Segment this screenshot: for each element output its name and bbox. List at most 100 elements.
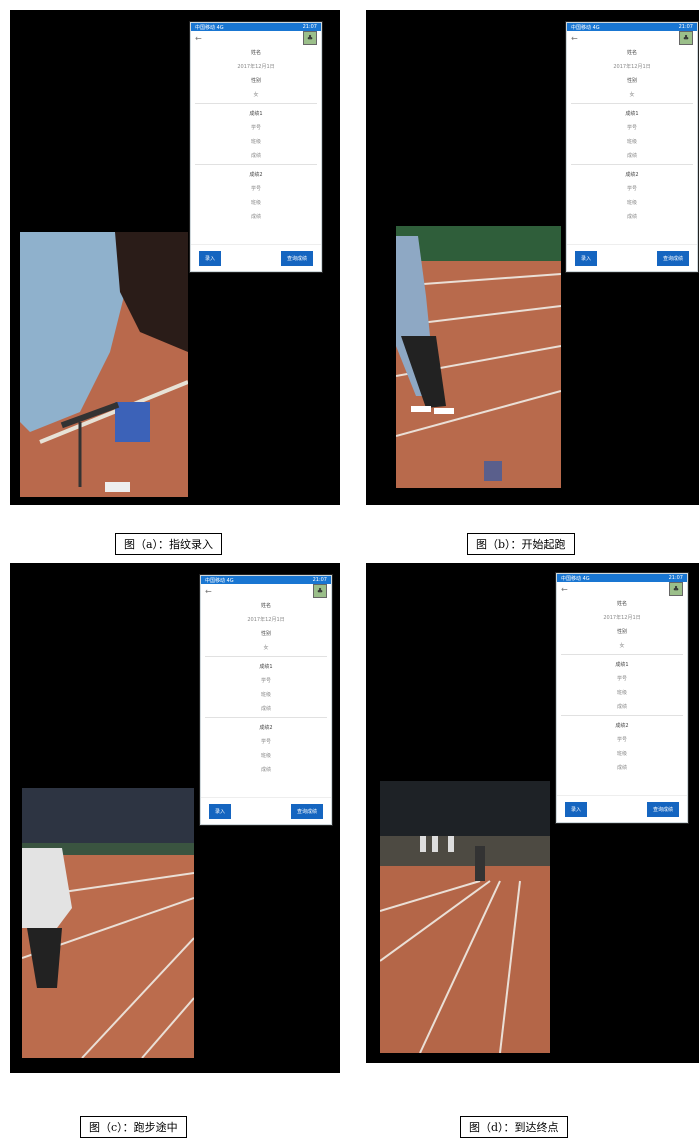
divider: [561, 654, 683, 655]
form-row: 女: [263, 644, 269, 651]
status-bar: 中国移动 4G 21:07: [191, 23, 321, 31]
form-row: 2017年12月1日: [603, 614, 641, 621]
form-row: 学号: [260, 738, 271, 745]
form-row: 班级: [626, 138, 637, 145]
divider: [205, 717, 327, 718]
query-button[interactable]: 查询成绩: [290, 803, 323, 819]
query-button[interactable]: 查询成绩: [656, 250, 689, 266]
form-row: 姓名: [260, 602, 271, 609]
divider: [195, 164, 317, 165]
form-row: 性别: [626, 77, 637, 84]
photo-fingerprint-graphic: [20, 232, 188, 497]
form-row: 成绩: [250, 213, 261, 220]
query-button[interactable]: 查询成绩: [646, 801, 679, 817]
form-row: 2017年12月1日: [237, 63, 275, 70]
form-row: 成绩1: [615, 661, 629, 668]
back-icon[interactable]: ←: [561, 585, 568, 594]
status-carrier: 中国移动 4G: [561, 575, 590, 582]
photo-start-graphic: [396, 226, 561, 488]
status-carrier: 中国移动 4G: [195, 24, 224, 31]
score-form: 姓名 2017年12月1日 性别 女 成绩1 学号 班级 成绩 成绩2 学号 班…: [557, 596, 687, 774]
avatar-icon[interactable]: ♣: [679, 31, 693, 45]
form-row: 2017年12月1日: [247, 616, 285, 623]
enter-button[interactable]: 录入: [209, 803, 232, 819]
form-row: 班级: [616, 689, 627, 696]
status-time: 21:07: [312, 577, 327, 583]
avatar-icon[interactable]: ♣: [669, 582, 683, 596]
divider: [195, 103, 317, 104]
panel-d: 中国移动 4G 21:07 ← ♣ 姓名 2017年12月1日 性别 女 成绩1…: [366, 563, 699, 1063]
score-form: 姓名 2017年12月1日 性别 女 成绩1 学号 班级 成绩 成绩2 学号 班…: [201, 598, 331, 776]
form-row: 班级: [250, 138, 261, 145]
form-row: 学号: [616, 736, 627, 743]
action-bar: 录入 查询成绩: [567, 244, 697, 271]
form-row: 成绩1: [249, 110, 263, 117]
status-bar: 中国移动 4G 21:07: [557, 574, 687, 582]
form-row: 成绩1: [625, 110, 639, 117]
divider: [571, 103, 693, 104]
form-row: 成绩2: [249, 171, 263, 178]
form-row: 性别: [616, 628, 627, 635]
caption-c: 图（c）：跑步途中: [80, 1116, 187, 1138]
score-form: 姓名 2017年12月1日 性别 女 成绩1 学号 班级 成绩 成绩2 学号 班…: [567, 45, 697, 223]
form-row: 班级: [260, 691, 271, 698]
form-row: 成绩: [616, 764, 627, 771]
status-carrier: 中国移动 4G: [205, 577, 234, 584]
action-bar: 录入 查询成绩: [191, 244, 321, 271]
form-row: 成绩: [616, 703, 627, 710]
form-row: 班级: [250, 199, 261, 206]
back-icon[interactable]: ←: [195, 34, 202, 43]
caption-a: 图（a）：指纹录入: [115, 533, 223, 555]
photo-midway-graphic: [22, 788, 194, 1058]
form-row: 性别: [250, 77, 261, 84]
photo-finish-graphic: [380, 781, 550, 1053]
phone-app-screen: 中国移动 4G 21:07 ← ♣ 姓名 2017年12月1日 性别 女 成绩1…: [556, 573, 688, 823]
form-row: 性别: [260, 630, 271, 637]
query-button[interactable]: 查询成绩: [280, 250, 313, 266]
panel-b: 中国移动 4G 21:07 ← ♣ 姓名 2017年12月1日 性别 女 成绩1…: [366, 10, 699, 505]
form-row: 学号: [616, 675, 627, 682]
status-time: 21:07: [668, 575, 683, 581]
form-row: 女: [253, 91, 259, 98]
form-row: 成绩: [626, 152, 637, 159]
form-row: 女: [619, 642, 625, 649]
status-time: 21:07: [302, 24, 317, 30]
app-bar: ← ♣: [557, 582, 687, 596]
avatar-icon[interactable]: ♣: [303, 31, 317, 45]
form-row: 学号: [250, 124, 261, 131]
form-row: 学号: [260, 677, 271, 684]
caption-d: 图（d）：到达终点: [460, 1116, 568, 1138]
form-row: 姓名: [250, 49, 261, 56]
avatar-icon[interactable]: ♣: [313, 584, 327, 598]
form-row: 成绩2: [615, 722, 629, 729]
enter-button[interactable]: 录入: [199, 250, 222, 266]
form-row: 成绩: [626, 213, 637, 220]
panel-a: 中国移动 4G 21:07 ← ♣ 姓名 2017年12月1日 性别 女 成绩1…: [10, 10, 340, 505]
form-row: 学号: [626, 124, 637, 131]
divider: [561, 715, 683, 716]
back-icon[interactable]: ←: [205, 587, 212, 596]
form-row: 班级: [616, 750, 627, 757]
form-row: 学号: [626, 185, 637, 192]
form-row: 成绩: [250, 152, 261, 159]
photo-start-running: [396, 226, 561, 488]
status-bar: 中国移动 4G 21:07: [201, 576, 331, 584]
enter-button[interactable]: 录入: [575, 250, 598, 266]
form-row: 姓名: [626, 49, 637, 56]
action-bar: 录入 查询成绩: [201, 797, 331, 824]
enter-button[interactable]: 录入: [565, 801, 588, 817]
app-bar: ← ♣: [567, 31, 697, 45]
app-bar: ← ♣: [191, 31, 321, 45]
form-row: 班级: [626, 199, 637, 206]
photo-running-midway: [22, 788, 194, 1058]
form-row: 成绩: [260, 705, 271, 712]
phone-app-screen: 中国移动 4G 21:07 ← ♣ 姓名 2017年12月1日 性别 女 成绩1…: [200, 575, 332, 825]
form-row: 女: [629, 91, 635, 98]
form-row: 成绩1: [259, 663, 273, 670]
score-form: 姓名 2017年12月1日 性别 女 成绩1 学号 班级 成绩 成绩2 学号 班…: [191, 45, 321, 223]
photo-fingerprint-entry: [20, 232, 188, 497]
form-row: 姓名: [616, 600, 627, 607]
form-row: 成绩2: [625, 171, 639, 178]
form-row: 学号: [250, 185, 261, 192]
back-icon[interactable]: ←: [571, 34, 578, 43]
